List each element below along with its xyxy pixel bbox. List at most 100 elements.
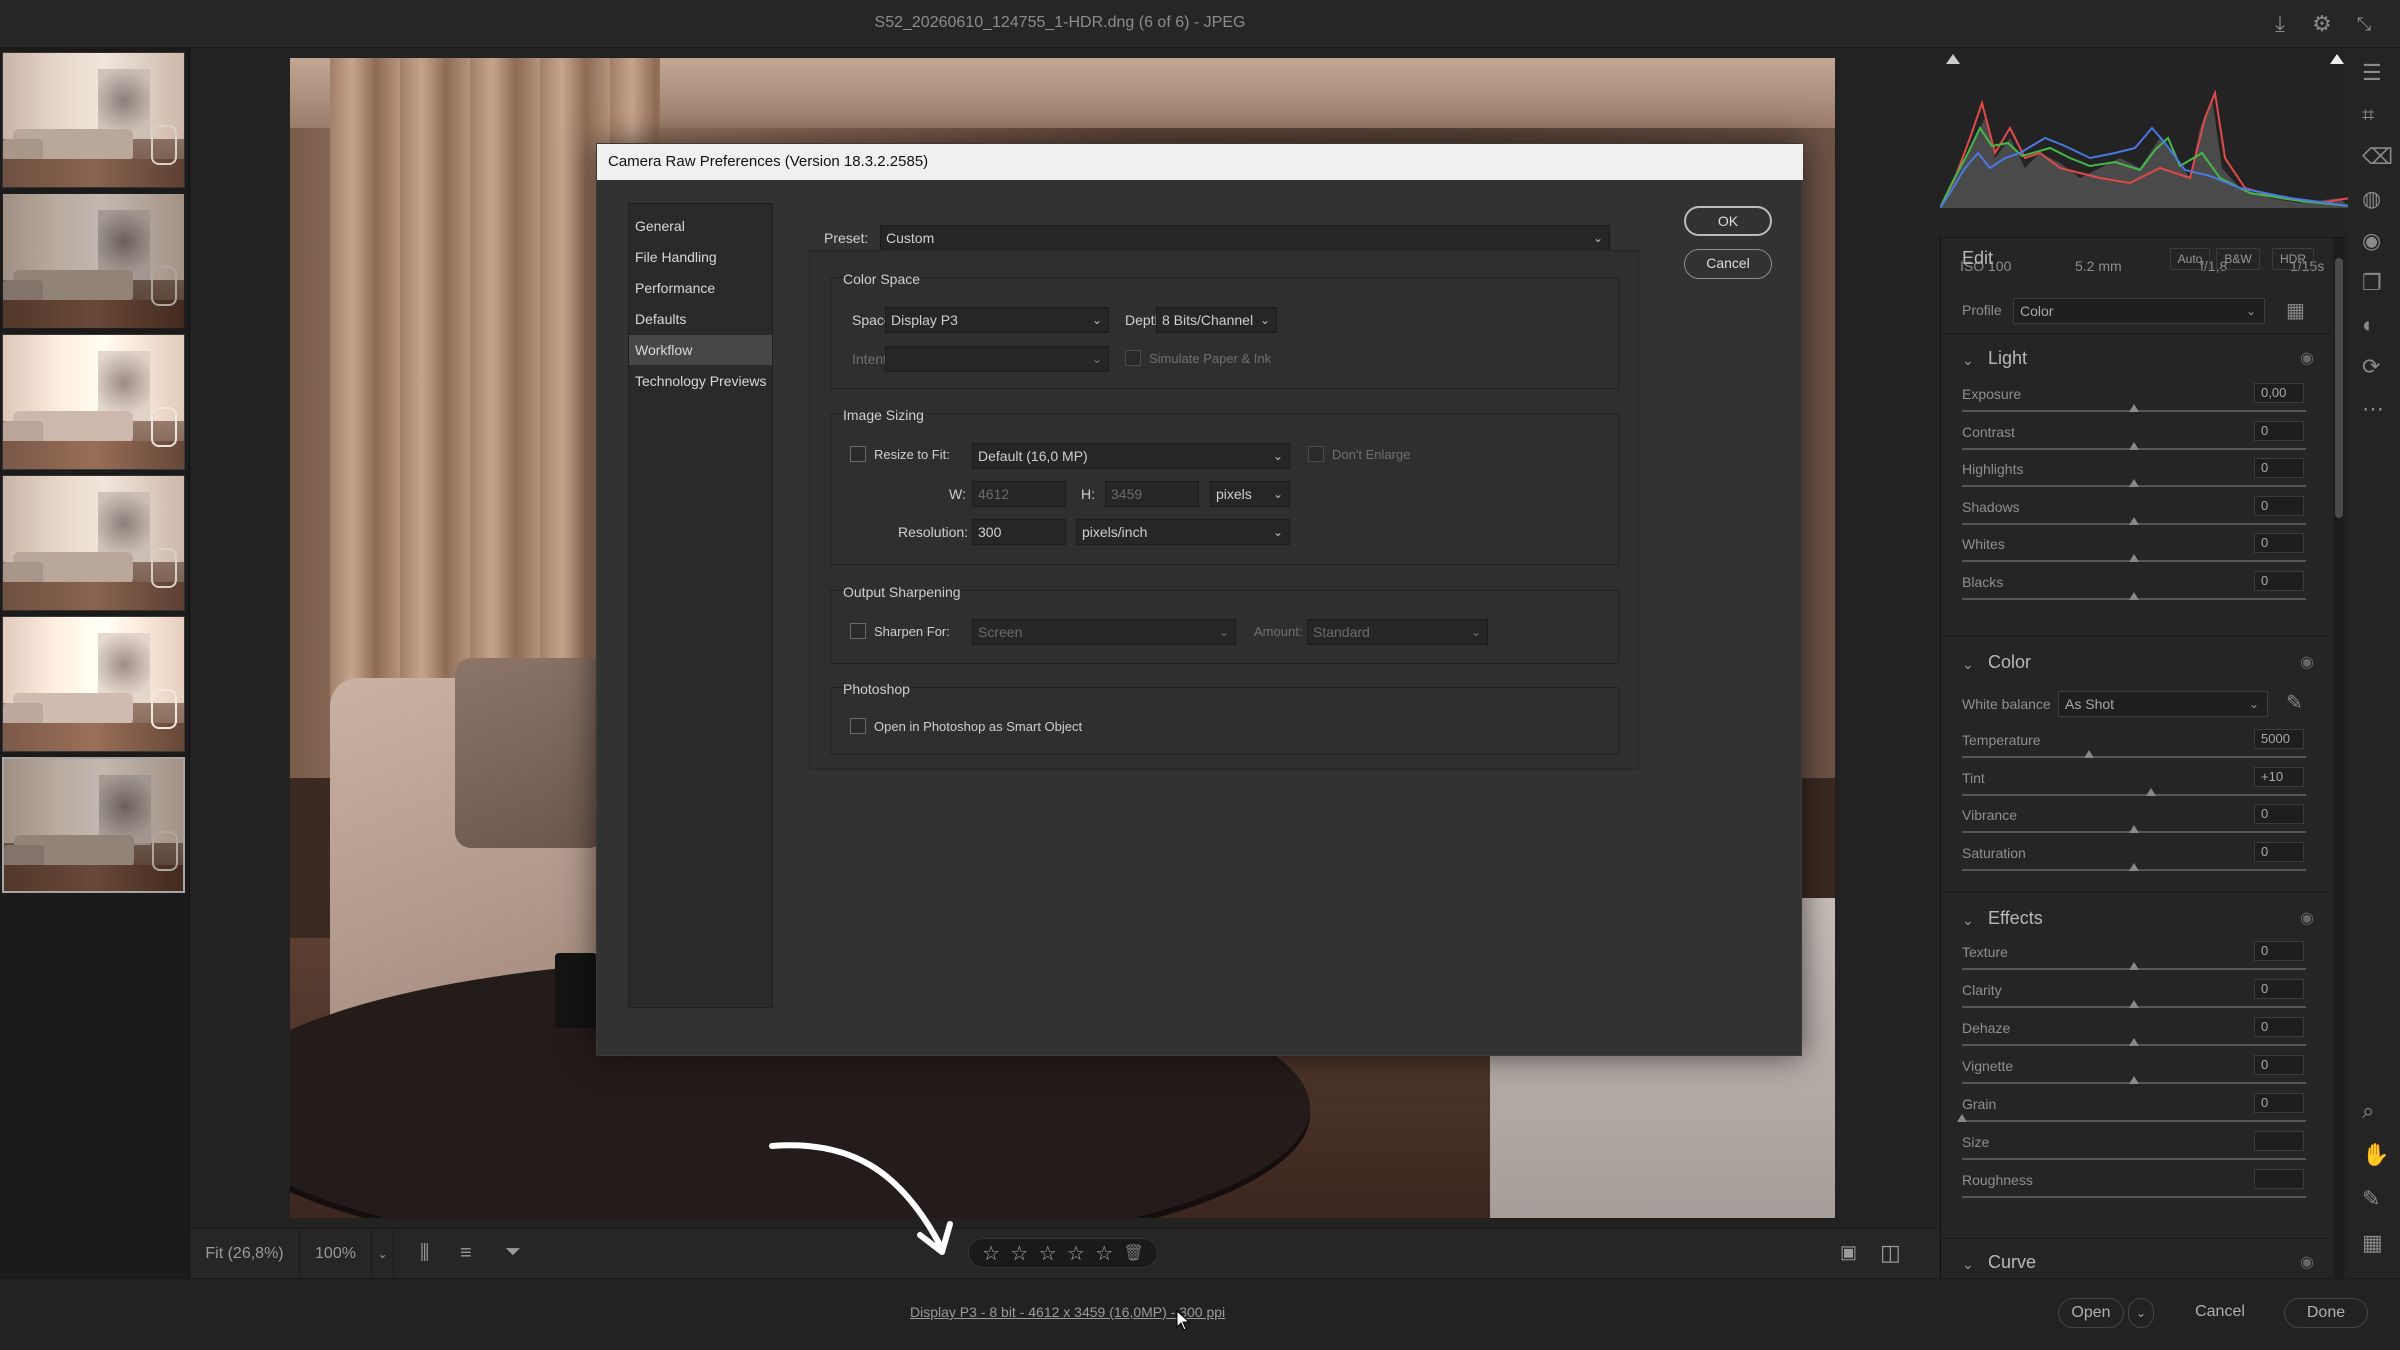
- slider-value-input[interactable]: [2254, 1169, 2304, 1189]
- color-sampler-icon[interactable]: ✎: [2362, 1186, 2380, 1212]
- star-rating[interactable]: ☆ ☆ ☆ ☆ ☆ 🗑: [968, 1238, 1158, 1268]
- curve-section-title[interactable]: Curve: [1988, 1252, 2036, 1273]
- eye-icon[interactable]: ◉: [2300, 908, 2314, 928]
- star-icon[interactable]: ☆: [1067, 1241, 1085, 1266]
- slider-handle[interactable]: [2129, 1000, 2139, 1008]
- panel-scrollbar[interactable]: [2334, 238, 2344, 1278]
- filmstrip-thumbnail-selected[interactable]: [2, 757, 185, 893]
- chevron-down-icon[interactable]: ⌄: [1962, 656, 1974, 673]
- slider-handle[interactable]: [1957, 1114, 1967, 1122]
- slider-value-input[interactable]: 0: [2254, 1055, 2304, 1075]
- slider-value-input[interactable]: 0: [2254, 495, 2304, 516]
- trash-icon[interactable]: 🗑: [1123, 1243, 1143, 1263]
- slider-value-input[interactable]: 0: [2254, 1093, 2304, 1113]
- ok-button[interactable]: OK: [1684, 206, 1772, 236]
- slider-value-input[interactable]: 0: [2254, 570, 2304, 591]
- slider-track[interactable]: [1962, 1158, 2306, 1160]
- filter-icon[interactable]: ⏷: [505, 1241, 521, 1264]
- slider-handle[interactable]: [2129, 825, 2139, 833]
- smart-object-checkbox[interactable]: [850, 718, 866, 734]
- shadow-clipping-icon[interactable]: [1946, 54, 1960, 64]
- slider-handle[interactable]: [2129, 591, 2139, 600]
- open-button[interactable]: Open: [2058, 1298, 2124, 1328]
- slider-track[interactable]: [1962, 756, 2306, 758]
- slider-handle[interactable]: [2129, 962, 2139, 970]
- edit-sliders-icon[interactable]: ☰: [2362, 60, 2382, 86]
- dialog-cancel-button[interactable]: Cancel: [1684, 249, 1772, 279]
- slider-value-input[interactable]: [2254, 1131, 2304, 1151]
- nav-item-general[interactable]: General: [629, 211, 772, 241]
- hand-icon[interactable]: ✋: [2362, 1142, 2389, 1168]
- red-eye-icon[interactable]: ◉: [2362, 228, 2381, 254]
- bw-button[interactable]: B&W: [2216, 248, 2260, 270]
- snapshots-icon[interactable]: ◐: [2362, 312, 2375, 338]
- effects-section-title[interactable]: Effects: [1988, 908, 2043, 929]
- chevron-down-icon[interactable]: ⌄: [1962, 352, 1974, 369]
- eyedropper-icon[interactable]: ✎: [2286, 690, 2303, 715]
- before-after-icon[interactable]: ◫: [1880, 1240, 1901, 1266]
- zoom-100-button[interactable]: 100%: [300, 1229, 372, 1279]
- done-button[interactable]: Done: [2284, 1298, 2368, 1328]
- slider-value-input[interactable]: 5000: [2254, 729, 2304, 749]
- grid-icon[interactable]: ▦: [2362, 1230, 2383, 1256]
- star-icon[interactable]: ☆: [982, 1241, 1000, 1266]
- single-view-icon[interactable]: ▣: [1840, 1242, 1857, 1263]
- slider-handle[interactable]: [2129, 404, 2139, 412]
- nav-item-file-handling[interactable]: File Handling: [629, 242, 772, 272]
- slider-value-input[interactable]: 0: [2254, 979, 2304, 999]
- preset-select[interactable]: Custom ⌄: [880, 225, 1610, 251]
- profile-browser-icon[interactable]: ▦: [2286, 298, 2305, 323]
- filmstrip-thumbnail[interactable]: [2, 193, 185, 329]
- filmstrip-thumbnail[interactable]: [2, 52, 185, 188]
- slider-handle[interactable]: [2129, 441, 2139, 450]
- nav-item-workflow[interactable]: Workflow: [629, 335, 772, 365]
- color-section-title[interactable]: Color: [1988, 652, 2031, 673]
- slider-handle[interactable]: [2129, 1038, 2139, 1046]
- star-icon[interactable]: ☆: [1095, 1241, 1113, 1266]
- crop-icon[interactable]: ⌗: [2362, 102, 2374, 128]
- eye-icon[interactable]: ◉: [2300, 652, 2314, 672]
- nav-item-technology-previews[interactable]: Technology Previews: [629, 366, 772, 396]
- filmstrip-toggle-icon[interactable]: ⫼: [420, 1242, 429, 1265]
- chevron-down-icon[interactable]: ⌄: [1962, 912, 1974, 929]
- open-options-icon[interactable]: ⌄: [2128, 1298, 2154, 1328]
- slider-value-input[interactable]: 0: [2254, 533, 2304, 553]
- slider-value-input[interactable]: 0: [2254, 420, 2304, 441]
- cancel-button[interactable]: Cancel: [2180, 1298, 2260, 1328]
- chevron-down-icon[interactable]: ⌄: [1962, 1256, 1974, 1273]
- filmstrip-thumbnail[interactable]: [2, 616, 185, 752]
- nav-item-defaults[interactable]: Defaults: [629, 304, 772, 334]
- masking-icon[interactable]: ◍: [2362, 186, 2381, 212]
- highlight-clipping-icon[interactable]: [2330, 54, 2344, 64]
- star-icon[interactable]: ☆: [1010, 1241, 1028, 1266]
- slider-handle[interactable]: [2129, 516, 2139, 525]
- slider-value-input[interactable]: 0,00: [2254, 383, 2304, 403]
- nav-item-performance[interactable]: Performance: [629, 273, 772, 303]
- slider-value-input[interactable]: +10: [2254, 766, 2304, 787]
- hdr-button[interactable]: HDR: [2272, 248, 2314, 270]
- settings-icon[interactable]: ⚙: [2310, 12, 2334, 36]
- resize-to-fit-checkbox[interactable]: [850, 446, 866, 462]
- sharpen-for-checkbox[interactable]: [850, 623, 866, 639]
- resolution-input[interactable]: 300: [972, 519, 1066, 545]
- star-icon[interactable]: ☆: [1039, 1241, 1057, 1266]
- sync-icon[interactable]: ⟳: [2362, 354, 2380, 380]
- more-icon[interactable]: ⋯: [2362, 396, 2384, 422]
- slider-value-input[interactable]: 0: [2254, 458, 2304, 478]
- slider-track[interactable]: [1962, 1120, 2306, 1122]
- slider-handle[interactable]: [2146, 787, 2156, 796]
- eye-icon[interactable]: ◉: [2300, 1252, 2314, 1272]
- slider-value-input[interactable]: 0: [2254, 804, 2304, 824]
- eraser-icon[interactable]: ⌫: [2362, 144, 2393, 170]
- slider-handle[interactable]: [2129, 554, 2139, 562]
- slider-track[interactable]: [1962, 1196, 2306, 1198]
- filmstrip-thumbnail[interactable]: [2, 334, 185, 470]
- white-balance-select[interactable]: As Shot ⌄: [2058, 691, 2268, 717]
- eye-icon[interactable]: ◉: [2300, 348, 2314, 368]
- resolution-unit-select[interactable]: pixels/inch ⌄: [1076, 519, 1290, 545]
- resize-select[interactable]: Default (16,0 MP) ⌄: [972, 443, 1290, 469]
- scrollbar-thumb[interactable]: [2335, 258, 2343, 518]
- size-unit-select[interactable]: pixels ⌄: [1210, 481, 1290, 507]
- auto-button[interactable]: Auto: [2170, 248, 2210, 270]
- space-select[interactable]: Display P3 ⌄: [885, 307, 1109, 333]
